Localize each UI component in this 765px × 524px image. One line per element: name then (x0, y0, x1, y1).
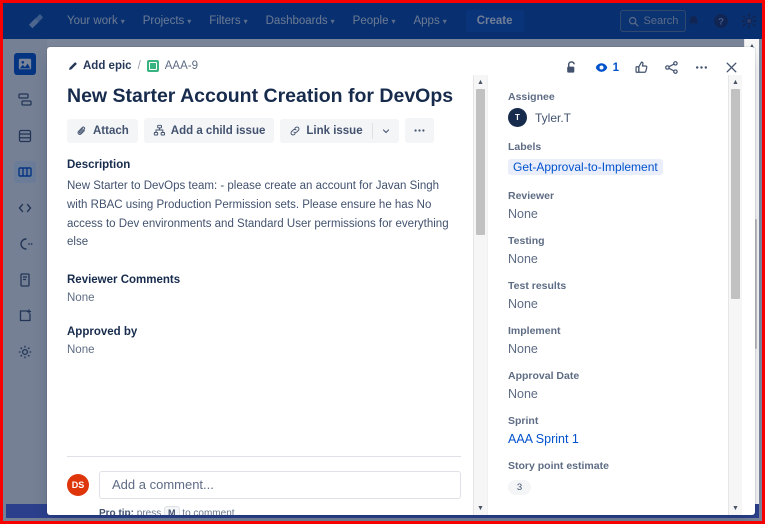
field-test-results: Test results None (508, 280, 755, 311)
modal-header: Add epic / AAA-9 1 (47, 47, 755, 75)
link-issue-label: Link issue (306, 124, 363, 137)
issue-action-buttons: Attach Add a child issue Link issue (67, 118, 461, 144)
sprint-link[interactable]: AAA Sprint 1 (508, 432, 755, 446)
field-testing: Testing None (508, 235, 755, 266)
reviewer-comments-value[interactable]: None (67, 292, 461, 304)
field-label: Approval Date (508, 370, 580, 382)
add-child-issue-label: Add a child issue (170, 124, 266, 137)
screen-root: Your work ▾ Projects ▾ Filters ▾ Dashboa… (0, 0, 765, 524)
approved-by-heading: Approved by (67, 325, 138, 338)
paperclip-icon (77, 126, 86, 135)
scroll-down-arrow-icon[interactable]: ▼ (474, 502, 487, 514)
comment-divider (67, 455, 461, 457)
avatar: T (508, 108, 527, 127)
field-labels: Labels Get-Approval-to-Implement (508, 141, 755, 176)
chevron-down-icon (382, 129, 389, 134)
story-point-badge[interactable]: 3 (508, 480, 531, 495)
field-value[interactable]: None (508, 252, 755, 266)
attach-button[interactable]: Attach (67, 118, 138, 143)
field-story-point-estimate: Story point estimate 3 (508, 460, 755, 495)
details-scrollbar-thumb[interactable] (731, 89, 740, 299)
add-comment-placeholder: Add a comment... (112, 477, 214, 493)
pro-tip-hint: Pro tip: press M to comment (99, 505, 461, 515)
breadcrumb: Add epic / AAA-9 (67, 60, 198, 72)
link-issue-button[interactable]: Link issue (280, 119, 371, 143)
more-ellipsis-icon[interactable] (694, 60, 709, 75)
story-icon (146, 60, 159, 72)
issue-key-link[interactable]: AAA-9 (165, 60, 198, 72)
link-issue-group: Link issue (280, 118, 399, 143)
issue-details-column: Assignee T Tyler.T Labels Get-Approval-t… (487, 75, 755, 515)
pro-tip-label: Pro tip: (99, 507, 134, 515)
field-implement: Implement None (508, 325, 755, 356)
unlock-padlock-icon[interactable] (564, 60, 579, 75)
pro-tip-key: M (164, 505, 180, 515)
share-icon[interactable] (664, 60, 679, 75)
thumbs-up-icon[interactable] (634, 60, 649, 75)
reviewer-comments-heading: Reviewer Comments (67, 273, 181, 286)
link-issue-dropdown-button[interactable] (373, 120, 399, 142)
issue-more-actions-button[interactable] (404, 118, 434, 144)
pro-tip-before: press (136, 507, 162, 515)
child-issue-icon (153, 125, 165, 136)
field-label: Testing (508, 235, 545, 247)
field-label: Reviewer (508, 190, 555, 202)
label-chip[interactable]: Get-Approval-to-Implement (508, 159, 663, 175)
description-body[interactable]: New Starter to DevOps team: - please cre… (67, 177, 461, 252)
scroll-up-arrow-icon[interactable]: ▲ (474, 76, 487, 88)
epic-pencil-icon (69, 61, 77, 70)
assignee-value[interactable]: T Tyler.T (508, 108, 755, 127)
field-assignee: Assignee T Tyler.T (508, 91, 755, 127)
watch-issue-button[interactable]: 1 (594, 60, 619, 75)
details-scrollbar[interactable]: ▲ ▼ (728, 75, 742, 515)
field-label: Story point estimate (508, 460, 609, 472)
add-epic-button[interactable]: Add epic (67, 60, 132, 72)
reviewer-comments-section: Reviewer Comments None (67, 274, 461, 304)
issue-content-scrollbar-thumb[interactable] (476, 89, 485, 235)
scroll-up-arrow-icon[interactable]: ▲ (729, 76, 742, 88)
field-label: Implement (508, 325, 561, 337)
field-value[interactable]: None (508, 342, 755, 356)
add-epic-label: Add epic (83, 60, 132, 72)
issue-detail-modal: Add epic / AAA-9 1 New Starter Account C… (47, 47, 755, 515)
field-reviewer: Reviewer None (508, 190, 755, 221)
field-value[interactable]: None (508, 297, 755, 311)
field-sprint: Sprint AAA Sprint 1 (508, 415, 755, 446)
link-chain-icon (290, 126, 300, 136)
breadcrumb-separator: / (137, 60, 141, 72)
pro-tip-after: to comment (182, 507, 235, 515)
current-user-avatar[interactable]: DS (67, 473, 89, 496)
field-label: Test results (508, 280, 567, 292)
watch-count: 1 (612, 61, 619, 74)
field-label: Sprint (508, 415, 539, 427)
scroll-down-arrow-icon[interactable]: ▼ (729, 502, 742, 514)
issue-content-scrollbar[interactable]: ▲ ▼ (473, 75, 487, 515)
more-ellipsis-icon (414, 129, 425, 132)
add-child-issue-button[interactable]: Add a child issue (143, 118, 275, 144)
modal-action-icons: 1 (564, 60, 739, 75)
attach-label: Attach (93, 124, 129, 137)
approved-by-value[interactable]: None (67, 344, 461, 356)
approved-by-section: Approved by None (67, 326, 461, 356)
field-label: Labels (508, 141, 542, 153)
description-heading: Description (67, 159, 131, 172)
issue-main-column: New Starter Account Creation for DevOps … (47, 75, 487, 515)
close-x-icon[interactable] (724, 60, 739, 75)
description-section: Description New Starter to DevOps team: … (67, 159, 461, 252)
assignee-name: Tyler.T (535, 110, 572, 125)
field-value[interactable]: None (508, 207, 755, 221)
issue-title: New Starter Account Creation for DevOps (67, 85, 454, 107)
add-comment-row: DS Add a comment... (67, 470, 461, 499)
field-value[interactable]: None (508, 387, 755, 401)
modal-body: New Starter Account Creation for DevOps … (47, 75, 755, 515)
eye-watch-icon (595, 63, 607, 72)
add-comment-input[interactable]: Add a comment... (99, 470, 461, 499)
field-approval-date: Approval Date None (508, 370, 755, 401)
field-label: Assignee (508, 91, 555, 103)
